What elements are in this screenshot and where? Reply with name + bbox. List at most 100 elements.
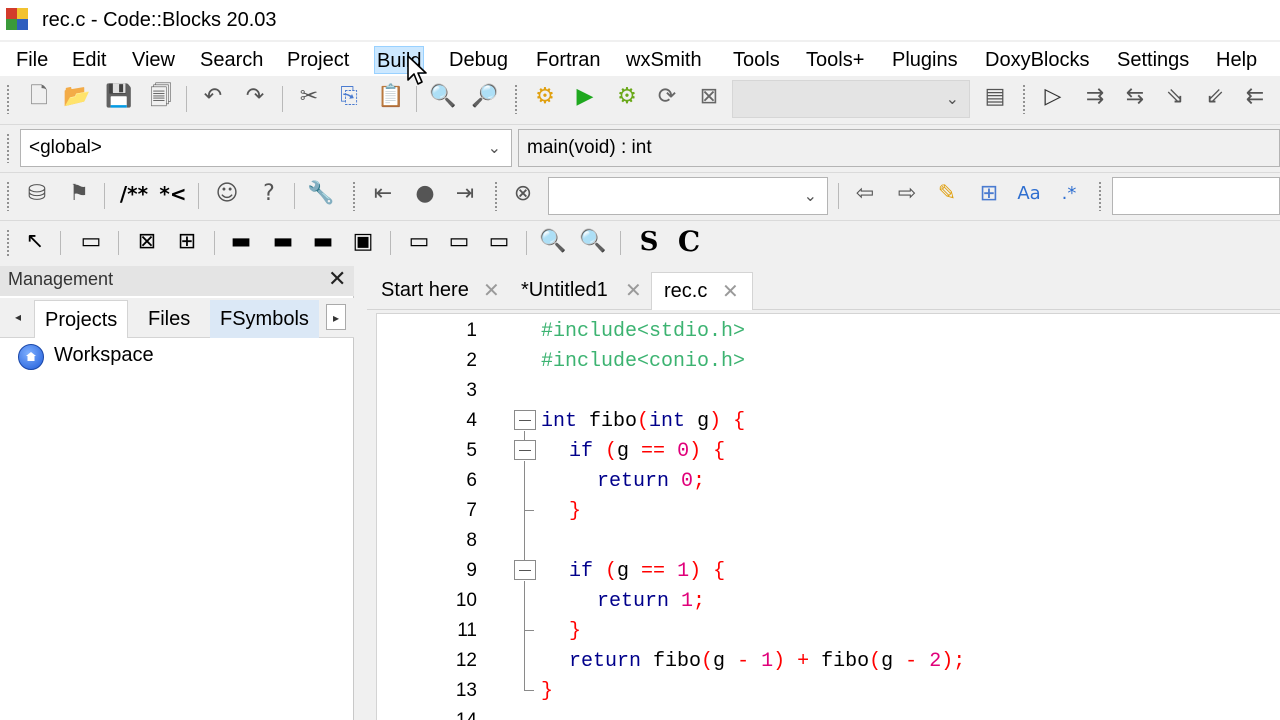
tree-item-workspace[interactable]: Workspace bbox=[54, 344, 154, 367]
highlight-icon[interactable]: ✎ bbox=[932, 179, 962, 209]
build-target-select[interactable]: ⌄ bbox=[732, 80, 970, 118]
doxywizard-icon[interactable]: ⛁ bbox=[22, 179, 52, 209]
line-number: 9 bbox=[466, 560, 477, 581]
next-instruction-icon[interactable]: ⇇ bbox=[1240, 82, 1270, 112]
run-play-icon[interactable]: ▶ bbox=[570, 82, 600, 112]
doxy-config-icon[interactable]: 🔧 bbox=[306, 179, 336, 209]
build-and-run-icon[interactable]: ⚙ bbox=[612, 82, 642, 112]
code-token: ( bbox=[593, 560, 618, 583]
tab-start-here[interactable]: Start here ✕ bbox=[369, 272, 507, 310]
step-out-icon[interactable]: ⇙ bbox=[1200, 82, 1230, 112]
menu-item-view[interactable]: View bbox=[130, 46, 177, 74]
build-gear-icon[interactable]: ⚙ bbox=[530, 82, 560, 112]
line-comment-button[interactable]: *< bbox=[158, 179, 188, 209]
sizer-icon[interactable]: ⊠ bbox=[132, 227, 162, 257]
zoom-out-icon[interactable]: 🔍 bbox=[578, 227, 608, 257]
debug-start-icon[interactable]: ▷ bbox=[1038, 82, 1068, 112]
paste-icon[interactable]: 📋 bbox=[376, 82, 406, 112]
scope-select[interactable]: <global> ⌄ bbox=[20, 129, 512, 167]
border-all-icon[interactable]: ▣ bbox=[348, 227, 378, 257]
menu-item-search[interactable]: Search bbox=[198, 46, 265, 74]
open-folder-icon[interactable]: 📂 bbox=[62, 82, 92, 112]
menu-item-edit[interactable]: Edit bbox=[70, 46, 108, 74]
redo-icon[interactable]: ↷ bbox=[240, 82, 270, 112]
extract-docs-icon[interactable]: ⚑ bbox=[64, 179, 94, 209]
show-preview-s-button[interactable]: S bbox=[634, 227, 664, 257]
save-icon[interactable]: 💾 bbox=[104, 82, 134, 112]
target-options-icon[interactable]: ▤ bbox=[980, 82, 1010, 112]
save-all-icon[interactable]: 🗐 bbox=[146, 82, 176, 112]
next-line-icon[interactable]: ⇆ bbox=[1120, 82, 1150, 112]
find-icon[interactable]: 🔍 bbox=[428, 82, 458, 112]
panel-splitter[interactable] bbox=[355, 266, 367, 720]
new-file-icon[interactable]: 🗋 bbox=[24, 82, 54, 112]
frame-icon[interactable]: ▭ bbox=[76, 227, 106, 257]
align-icon[interactable]: ▭ bbox=[484, 227, 514, 257]
fold-toggle-icon[interactable] bbox=[514, 560, 536, 580]
menu-item-help[interactable]: Help bbox=[1214, 46, 1259, 74]
menu-item-tools[interactable]: Tools bbox=[731, 46, 782, 74]
run-chm-icon[interactable]: ? bbox=[254, 179, 284, 209]
menu-item-project[interactable]: Project bbox=[285, 46, 351, 74]
menu-item-file[interactable]: File bbox=[14, 46, 50, 74]
search-back-icon[interactable]: ⇦ bbox=[850, 179, 880, 209]
pointer-icon[interactable]: ↖ bbox=[20, 227, 50, 257]
border-icon[interactable]: ▬ bbox=[226, 227, 256, 257]
grid-sizer-icon[interactable]: ⊞ bbox=[172, 227, 202, 257]
search-select[interactable]: ⌄ bbox=[548, 177, 828, 215]
menu-item-plugins[interactable]: Plugins bbox=[890, 46, 960, 74]
border-bottom-icon[interactable]: ▬ bbox=[308, 227, 338, 257]
fold-toggle-icon[interactable] bbox=[514, 410, 536, 430]
border-top-icon[interactable]: ▬ bbox=[268, 227, 298, 257]
jump-forward-icon[interactable]: ⇥ bbox=[450, 179, 480, 209]
last-jump-icon[interactable]: ● bbox=[410, 179, 440, 209]
step-into-icon[interactable]: ⇘ bbox=[1160, 82, 1190, 112]
zoom-in-icon[interactable]: 🔍 bbox=[538, 227, 568, 257]
menu-item-settings[interactable]: Settings bbox=[1115, 46, 1191, 74]
run-html-icon[interactable]: ☺ bbox=[212, 179, 242, 209]
tab-fsymbols[interactable]: FSymbols bbox=[210, 300, 319, 338]
close-icon[interactable]: ✕ bbox=[483, 272, 500, 308]
close-icon[interactable]: ✕ bbox=[625, 272, 642, 308]
tab-label: Projects bbox=[45, 309, 118, 331]
menu-item-tools-[interactable]: Tools+ bbox=[804, 46, 866, 74]
tab-rec-c[interactable]: rec.c ✕ bbox=[651, 272, 753, 310]
run-to-cursor-icon[interactable]: ⇉ bbox=[1080, 82, 1110, 112]
expand-icon[interactable]: ▭ bbox=[404, 227, 434, 257]
block-comment-button[interactable]: /** bbox=[116, 179, 152, 209]
function-select[interactable]: main(void) : int bbox=[518, 129, 1280, 167]
rebuild-icon[interactable]: ⟳ bbox=[652, 82, 682, 112]
incremental-search-input[interactable] bbox=[1112, 177, 1280, 215]
regex-icon[interactable]: .* bbox=[1054, 179, 1084, 209]
menu-item-wxsmith[interactable]: wxSmith bbox=[624, 46, 704, 74]
clear-search-icon[interactable]: ⊗ bbox=[508, 179, 538, 209]
undo-icon[interactable]: ↶ bbox=[198, 82, 228, 112]
code-token: ( bbox=[701, 650, 714, 673]
fold-toggle-icon[interactable] bbox=[514, 440, 536, 460]
tab-projects[interactable]: Projects bbox=[34, 300, 129, 338]
replace-icon[interactable]: 🔎 bbox=[470, 82, 500, 112]
match-case-icon[interactable]: Aa bbox=[1014, 179, 1044, 209]
jump-back-icon[interactable]: ⇤ bbox=[368, 179, 398, 209]
tab-scroll-right-icon[interactable]: ▸ bbox=[326, 304, 346, 330]
selected-text-icon[interactable]: ⊞ bbox=[974, 179, 1004, 209]
tab-scroll-left-icon[interactable]: ◂ bbox=[8, 304, 28, 330]
close-icon[interactable]: ✕ bbox=[722, 273, 739, 309]
code-line: if (g == 1) { bbox=[569, 560, 725, 583]
menu-item-debug[interactable]: Debug bbox=[447, 46, 510, 74]
tab-files[interactable]: Files bbox=[138, 300, 200, 338]
abort-icon[interactable]: ⊠ bbox=[694, 82, 724, 112]
code-token: ; bbox=[693, 590, 706, 613]
menu-item-doxyblocks[interactable]: DoxyBlocks bbox=[983, 46, 1091, 74]
tab-untitled1[interactable]: *Untitled1 ✕ bbox=[509, 272, 649, 310]
code-editor-area[interactable]: 1 2 3 4 5 6 7 8 9 10 11 12 13 14 #includ… bbox=[376, 313, 1280, 720]
close-icon[interactable]: ✕ bbox=[328, 267, 346, 292]
shrink-icon[interactable]: ▭ bbox=[444, 227, 474, 257]
show-preview-c-button[interactable]: C bbox=[674, 227, 704, 257]
code-token: ( bbox=[869, 650, 882, 673]
search-forward-icon[interactable]: ⇨ bbox=[892, 179, 922, 209]
toolbar-grip[interactable] bbox=[6, 84, 10, 114]
copy-icon[interactable]: ⎘ bbox=[334, 82, 364, 112]
cut-icon[interactable]: ✂ bbox=[294, 82, 324, 112]
menu-item-fortran[interactable]: Fortran bbox=[534, 46, 602, 74]
